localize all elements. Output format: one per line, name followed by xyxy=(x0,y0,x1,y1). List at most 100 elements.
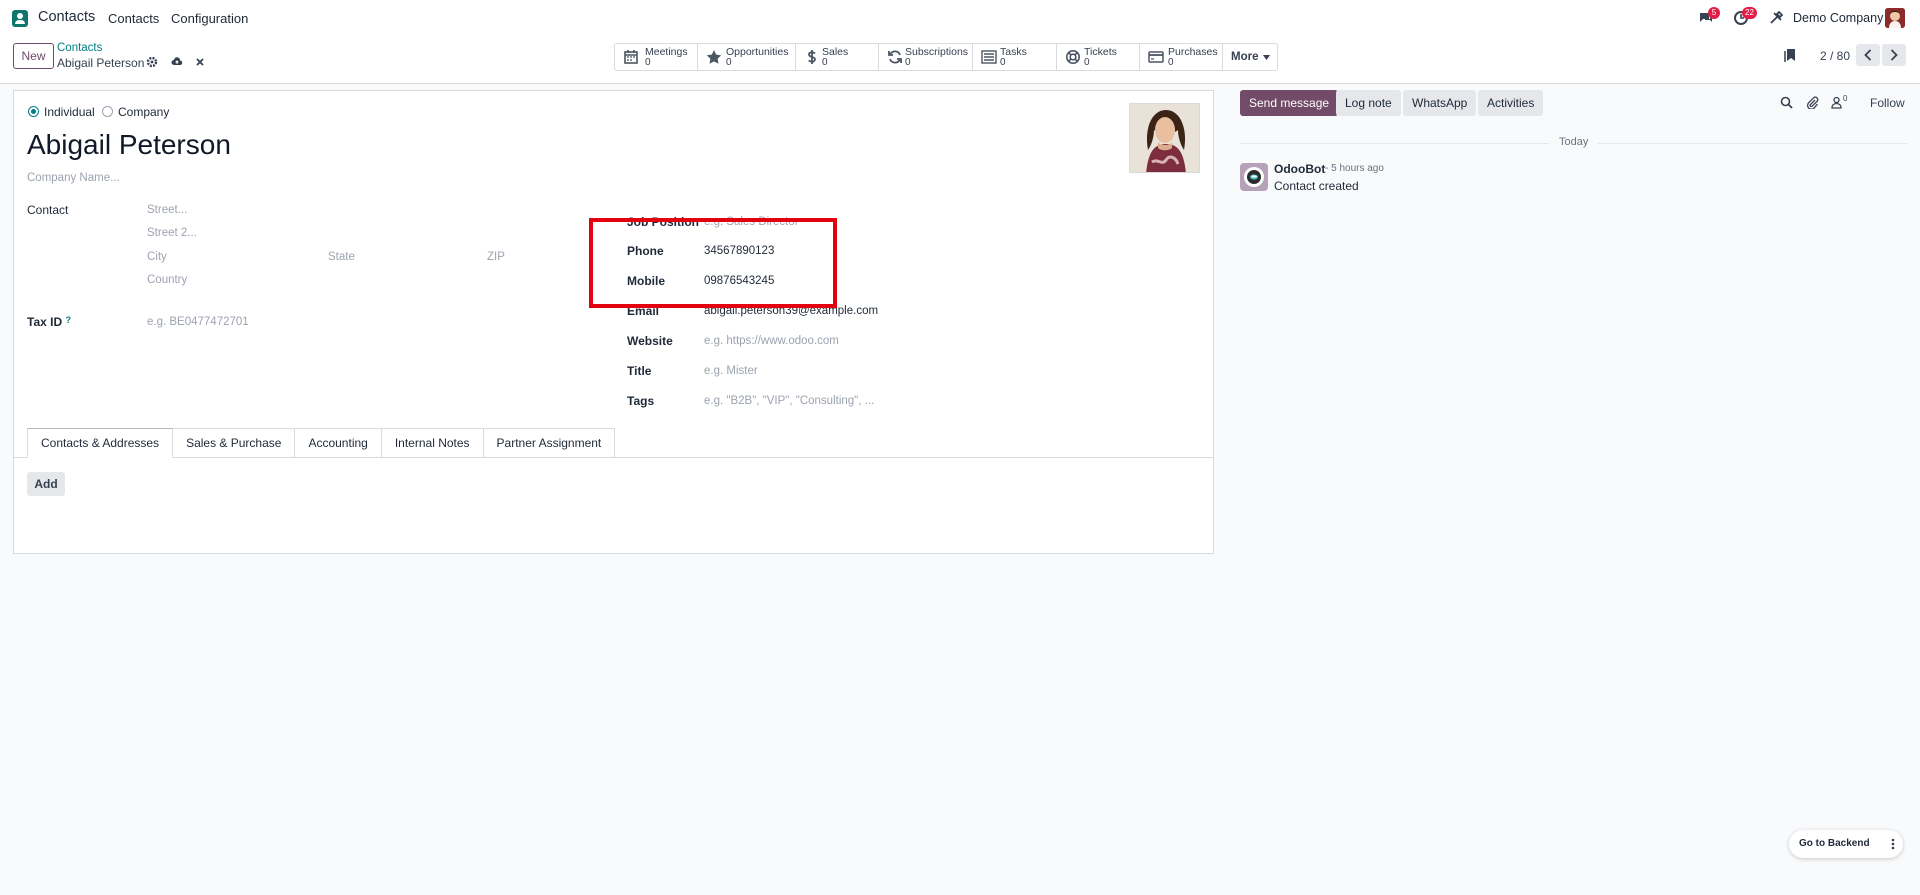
new-button[interactable]: New xyxy=(13,43,54,69)
company-switcher[interactable]: Demo Company xyxy=(1793,11,1883,25)
street-field[interactable]: Street... xyxy=(147,204,187,216)
bookmark-icon[interactable] xyxy=(1784,48,1796,62)
meetings-count: 0 xyxy=(645,57,651,68)
tax-id-label: Tax ID ? xyxy=(27,315,71,329)
purchases-label: Purchases xyxy=(1168,46,1218,58)
help-tooltip-icon[interactable]: ? xyxy=(65,315,71,325)
country-field[interactable]: Country xyxy=(147,274,187,286)
contact-photo[interactable] xyxy=(1129,103,1200,173)
save-cloud-icon[interactable] xyxy=(171,56,183,68)
message-time: - 5 hours ago xyxy=(1325,163,1384,174)
sales-button[interactable]: Sales 0 xyxy=(796,44,879,70)
tab-sales-purchase[interactable]: Sales & Purchase xyxy=(173,428,296,458)
city-field[interactable]: City xyxy=(147,251,167,263)
job-position-field[interactable]: e.g. Sales Director xyxy=(704,216,799,228)
breadcrumb-current: Abigail Peterson xyxy=(57,56,145,70)
pager-value[interactable]: 2 / 80 xyxy=(1820,49,1850,63)
menu-configuration[interactable]: Configuration xyxy=(171,11,248,26)
activities-button[interactable]: Activities xyxy=(1478,90,1544,116)
messages-badge: 5 xyxy=(1708,7,1720,19)
radio-individual-label[interactable]: Individual xyxy=(44,105,95,119)
tickets-button[interactable]: Tickets 0 xyxy=(1057,44,1140,70)
refresh-icon xyxy=(888,50,902,64)
tax-id-field[interactable]: e.g. BE0477472701 xyxy=(147,316,249,328)
tasks-button[interactable]: Tasks 0 xyxy=(973,44,1057,70)
activities-badge: 22 xyxy=(1742,7,1757,19)
credit-card-icon xyxy=(1148,51,1164,63)
pager-next[interactable] xyxy=(1882,44,1906,66)
radio-company-label[interactable]: Company xyxy=(118,105,169,119)
search-icon[interactable] xyxy=(1780,96,1793,109)
pager-previous[interactable] xyxy=(1856,44,1880,66)
company-name-field[interactable]: Company Name... xyxy=(27,172,120,184)
radio-individual[interactable] xyxy=(28,106,39,117)
app-name[interactable]: Contacts xyxy=(38,9,95,25)
email-field[interactable]: abigail.peterson39@example.com xyxy=(704,305,878,317)
partner-name-field[interactable]: Abigail Peterson xyxy=(27,129,231,161)
state-field[interactable]: State xyxy=(328,251,355,263)
mobile-field[interactable]: 09876543245 xyxy=(704,275,774,287)
opportunities-count: 0 xyxy=(726,57,732,68)
whatsapp-button[interactable]: WhatsApp xyxy=(1403,90,1477,116)
meetings-button[interactable]: Meetings 0 xyxy=(615,44,698,70)
form-sheet: Individual Company Abigail Peterson Comp… xyxy=(13,90,1214,554)
add-contact-button[interactable]: Add xyxy=(27,472,65,496)
tickets-count: 0 xyxy=(1084,57,1090,68)
tax-id-label-text: Tax ID xyxy=(27,315,63,329)
phone-label: Phone xyxy=(627,244,664,258)
discard-icon[interactable] xyxy=(194,56,206,68)
gear-icon[interactable] xyxy=(146,56,158,68)
top-navbar: Contacts Contacts Configuration 5 22 Dem… xyxy=(0,0,1920,36)
subscriptions-button[interactable]: Subscriptions 0 xyxy=(879,44,973,70)
phone-field[interactable]: 34567890123 xyxy=(704,245,774,257)
go-to-backend-widget: Go to Backend xyxy=(1789,830,1903,858)
opportunities-label: Opportunities xyxy=(726,46,789,58)
paperclip-icon[interactable] xyxy=(1806,96,1819,109)
calendar-icon xyxy=(624,50,638,64)
more-label: More xyxy=(1231,51,1259,63)
followers-icon[interactable] xyxy=(1830,96,1843,109)
email-label: Email xyxy=(627,304,660,318)
tasks-count: 0 xyxy=(1000,57,1006,68)
chevron-right-icon xyxy=(1890,49,1898,61)
purchases-button[interactable]: Purchases 0 xyxy=(1140,44,1223,70)
website-field[interactable]: e.g. https://www.odoo.com xyxy=(704,335,839,347)
odoobot-icon xyxy=(1244,167,1264,187)
kebab-menu-icon[interactable] xyxy=(1886,837,1900,851)
mobile-label: Mobile xyxy=(627,274,665,288)
date-separator: Today xyxy=(1549,136,1599,148)
job-position-label: Job Position xyxy=(627,215,699,229)
odoobot-avatar[interactable] xyxy=(1240,163,1268,191)
highlight-box xyxy=(589,218,837,308)
chevron-left-icon xyxy=(1864,49,1872,61)
meetings-label: Meetings xyxy=(645,46,688,58)
website-label: Website xyxy=(627,334,673,348)
send-message-button[interactable]: Send message xyxy=(1240,90,1339,116)
star-icon xyxy=(706,50,722,64)
log-note-button[interactable]: Log note xyxy=(1336,90,1401,116)
follow-button[interactable]: Follow xyxy=(1870,96,1905,110)
tools-icon[interactable] xyxy=(1768,10,1784,26)
tab-contacts-addresses[interactable]: Contacts & Addresses xyxy=(27,428,174,458)
tab-accounting[interactable]: Accounting xyxy=(295,428,382,458)
zip-field[interactable]: ZIP xyxy=(487,251,505,263)
tags-label: Tags xyxy=(627,394,655,408)
message-author[interactable]: OdooBot xyxy=(1274,162,1325,176)
tags-field[interactable]: e.g. "B2B", "VIP", "Consulting", ... xyxy=(704,395,874,407)
more-button[interactable]: More xyxy=(1223,44,1277,70)
go-to-backend-button[interactable]: Go to Backend xyxy=(1799,838,1870,849)
tab-partner-assignment[interactable]: Partner Assignment xyxy=(483,428,616,458)
contacts-app-icon[interactable] xyxy=(12,10,28,27)
breadcrumb-contacts[interactable]: Contacts xyxy=(57,42,102,54)
smart-buttons: Meetings 0 Opportunities 0 Sales 0 Subsc… xyxy=(614,43,1278,71)
radio-company[interactable] xyxy=(102,106,113,117)
dollar-icon xyxy=(808,50,816,64)
tasks-icon xyxy=(981,50,997,64)
followers-count: 0 xyxy=(1843,94,1848,103)
tab-internal-notes[interactable]: Internal Notes xyxy=(381,428,484,458)
user-avatar[interactable] xyxy=(1885,8,1905,28)
title-field[interactable]: e.g. Mister xyxy=(704,365,758,377)
menu-contacts[interactable]: Contacts xyxy=(108,11,159,26)
street2-field[interactable]: Street 2... xyxy=(147,227,197,239)
opportunities-button[interactable]: Opportunities 0 xyxy=(698,44,796,70)
